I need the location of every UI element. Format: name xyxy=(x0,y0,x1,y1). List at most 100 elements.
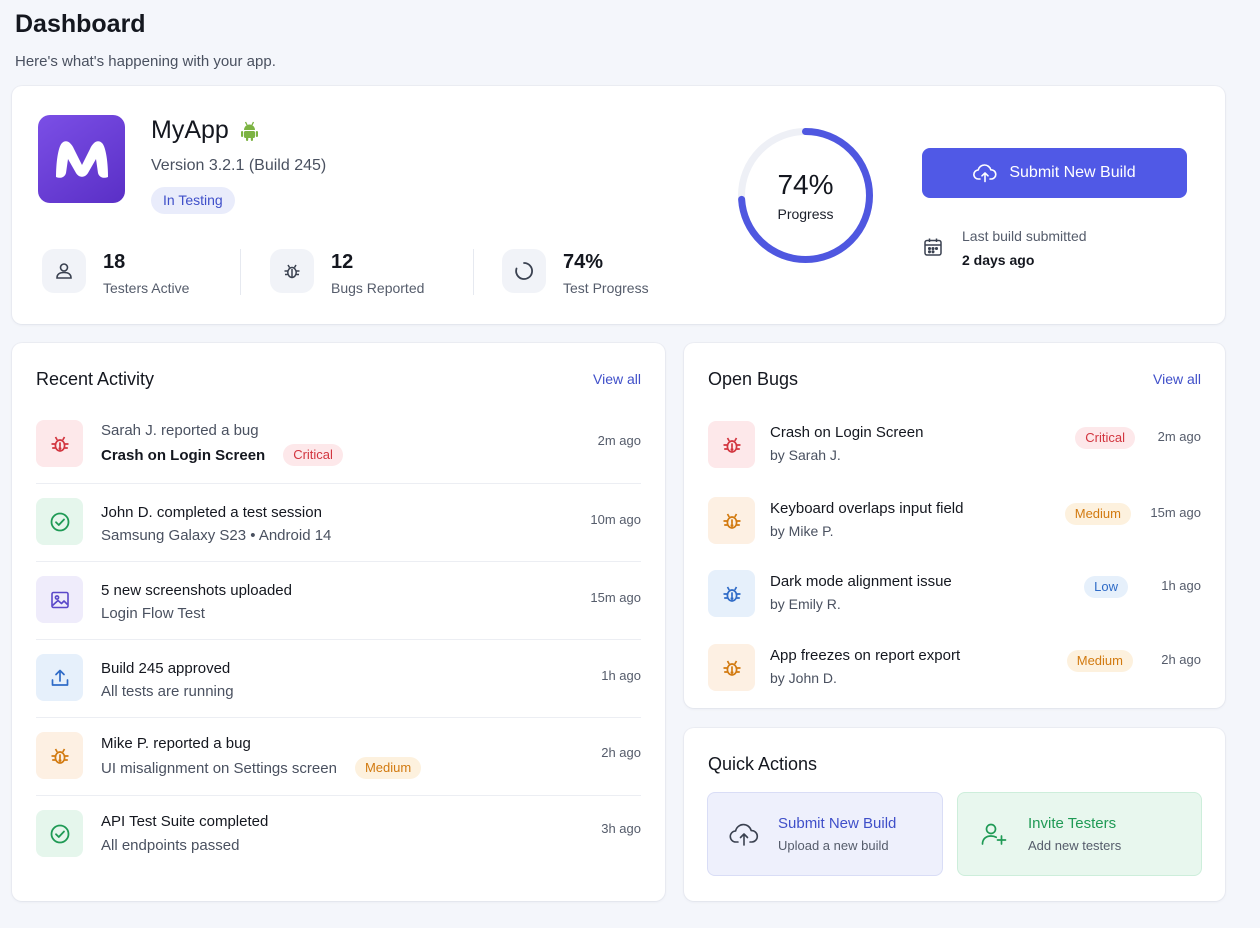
stat-label: Testers Active xyxy=(103,280,190,296)
bug-icon-tile xyxy=(708,497,755,544)
open-bugs-card: Open Bugs View all Crash on Login Screen… xyxy=(684,343,1225,708)
severity-badge: Low xyxy=(1084,576,1128,598)
bug-item[interactable]: App freezes on report export by John D. … xyxy=(708,644,1201,704)
activity-detail: All tests are running xyxy=(101,683,234,700)
severity-badge: Medium xyxy=(354,757,422,779)
activity-item[interactable]: Build 245 approved All tests are running… xyxy=(36,640,641,718)
activity-detail: All endpoints passed xyxy=(101,837,239,854)
bug-time: 2m ago xyxy=(1157,429,1201,444)
activity-title: Mike P. reported a bug xyxy=(101,735,251,752)
quick-actions-card: Quick Actions Submit New Build Upload a … xyxy=(684,728,1225,901)
cloud-upload-icon xyxy=(729,823,759,846)
app-name: MyApp xyxy=(151,116,229,144)
activity-item[interactable]: John D. completed a test session Samsung… xyxy=(36,484,641,562)
submit-new-build-label: Submit New Build xyxy=(1009,164,1136,181)
bug-icon xyxy=(723,660,740,676)
bug-title: Dark mode alignment issue xyxy=(770,573,952,590)
activity-detail: Samsung Galaxy S23 • Android 14 xyxy=(101,527,331,544)
app-version: Version 3.2.1 (Build 245) xyxy=(151,157,327,174)
severity-badge: Medium xyxy=(1064,503,1131,525)
bug-icon xyxy=(284,264,300,279)
bug-icon-tile xyxy=(708,570,755,617)
activity-detail: UI misalignment on Settings screen Mediu… xyxy=(101,757,422,779)
android-icon xyxy=(240,121,258,141)
activity-detail: Crash on Login Screen Critical xyxy=(101,444,343,466)
quick-submit-build-button[interactable]: Submit New Build Upload a new build xyxy=(707,792,943,876)
stat-icon-box xyxy=(502,249,546,293)
stat-label: Bugs Reported xyxy=(331,280,425,296)
stat-label: Test Progress xyxy=(563,280,649,296)
activity-title: API Test Suite completed xyxy=(101,813,269,830)
app-logo-mark xyxy=(55,141,108,178)
activity-detail-text: All endpoints passed xyxy=(101,837,240,854)
activity-icon-tile xyxy=(36,420,83,467)
activity-icon-tile xyxy=(36,498,83,545)
bug-icon xyxy=(723,586,740,602)
last-build-label: Last build submitted xyxy=(962,228,1087,244)
add-user-icon xyxy=(981,823,1007,845)
qa-title: Invite Testers xyxy=(1028,815,1117,832)
stat-divider xyxy=(240,249,241,295)
upload-icon xyxy=(51,669,68,686)
cloud-upload-icon xyxy=(973,164,997,183)
activity-title: John D. completed a test session xyxy=(101,504,322,521)
progress-ring-text: 74% Progress xyxy=(736,126,875,265)
qa-icon-wrap xyxy=(974,821,1014,847)
activity-view-all-link[interactable]: View all xyxy=(593,371,641,387)
activity-detail-text: UI misalignment on Settings screen xyxy=(101,759,337,777)
activity-item[interactable]: 5 new screenshots uploaded Login Flow Te… xyxy=(36,562,641,640)
activity-icon-tile xyxy=(36,576,83,623)
activity-time: 2m ago xyxy=(597,433,641,448)
activity-detail: Login Flow Test xyxy=(101,605,205,622)
severity-badge: Critical xyxy=(1075,427,1135,449)
user-icon xyxy=(56,263,72,279)
activity-item[interactable]: API Test Suite completed All endpoints p… xyxy=(36,796,641,874)
bug-icon xyxy=(51,748,68,764)
recent-activity-card: Recent Activity View all Sarah J. report… xyxy=(12,343,665,901)
activity-time: 3h ago xyxy=(601,821,641,836)
activity-item[interactable]: Mike P. reported a bug UI misalignment o… xyxy=(36,718,641,796)
bug-reporter: by Sarah J. xyxy=(770,447,841,463)
progress-ring: 74% Progress xyxy=(736,126,875,265)
quick-invite-testers-button[interactable]: Invite Testers Add new testers xyxy=(957,792,1202,876)
bug-icon-tile xyxy=(708,421,755,468)
status-badge: In Testing xyxy=(151,187,235,214)
bug-time: 15m ago xyxy=(1150,505,1201,520)
stat-bugs-reported: 12 Bugs Reported xyxy=(270,249,424,296)
activity-time: 10m ago xyxy=(590,512,641,527)
submit-new-build-button[interactable]: Submit New Build xyxy=(922,148,1187,198)
severity-badge: Critical xyxy=(283,444,343,466)
bug-item[interactable]: Keyboard overlaps input field by Mike P.… xyxy=(708,497,1201,557)
activity-detail-text: All tests are running xyxy=(101,683,234,700)
bug-icon xyxy=(723,513,740,529)
activity-title: 5 new screenshots uploaded xyxy=(101,582,292,599)
activity-item[interactable]: Sarah J. reported a bug Crash on Login S… xyxy=(36,406,641,484)
qa-title: Submit New Build xyxy=(778,815,897,832)
bug-reporter: by Emily R. xyxy=(770,596,841,612)
activity-time: 15m ago xyxy=(590,590,641,605)
progress-icon xyxy=(515,262,533,280)
bug-time: 2h ago xyxy=(1161,652,1201,667)
activity-detail-text: Login Flow Test xyxy=(101,605,205,622)
open-bugs-title: Open Bugs xyxy=(708,369,799,389)
bug-item[interactable]: Dark mode alignment issue by Emily R. Lo… xyxy=(708,570,1201,630)
check-circle-icon xyxy=(50,512,69,531)
page-header: Dashboard Here's what's happening with y… xyxy=(15,10,276,70)
bug-time: 1h ago xyxy=(1161,578,1201,593)
check-circle-icon xyxy=(50,824,69,843)
activity-title: Sarah J. reported a bug xyxy=(101,422,259,439)
qa-icon-wrap xyxy=(724,821,764,847)
page-subtitle: Here's what's happening with your app. xyxy=(15,53,276,70)
activity-time: 1h ago xyxy=(601,668,641,683)
activity-title: Build 245 approved xyxy=(101,660,231,677)
activity-detail-text: Crash on Login Screen xyxy=(101,446,266,464)
bugs-view-all-link[interactable]: View all xyxy=(1153,371,1201,387)
recent-activity-title: Recent Activity xyxy=(36,369,155,389)
activity-detail-text: Samsung Galaxy S23 • Android 14 xyxy=(101,527,332,544)
stat-divider xyxy=(473,249,474,295)
progress-ring-value: 74% xyxy=(777,169,834,200)
activity-icon-tile xyxy=(36,810,83,857)
stat-testers-active: 18 Testers Active xyxy=(42,249,189,296)
activity-icon-tile xyxy=(36,732,83,779)
bug-item[interactable]: Crash on Login Screen by Sarah J. Critic… xyxy=(708,421,1201,481)
